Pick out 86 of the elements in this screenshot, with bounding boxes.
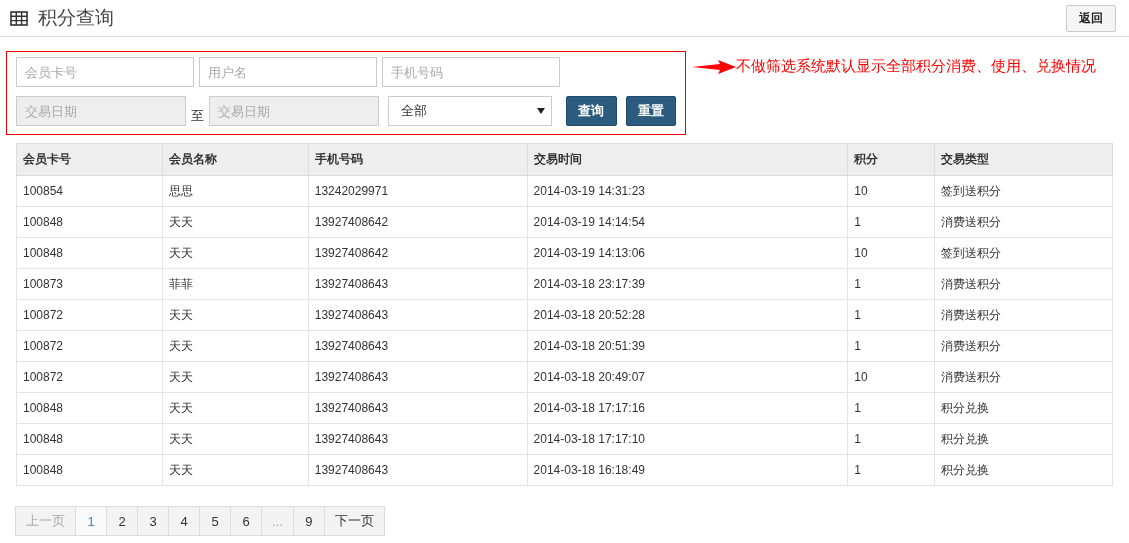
table-cell: 2014-03-18 16:18:49 [527, 454, 848, 486]
table-cell: 积分兑换 [934, 423, 1113, 455]
table-cell: 思思 [162, 175, 309, 207]
table-cell: 天天 [162, 206, 309, 238]
table-cell: 100873 [16, 268, 163, 300]
table-cell: 100848 [16, 392, 163, 424]
table-cell: 天天 [162, 392, 309, 424]
page-button[interactable]: 3 [137, 506, 169, 536]
table-cell: 天天 [162, 423, 309, 455]
page-button[interactable]: 6 [230, 506, 262, 536]
table-cell: 天天 [162, 330, 309, 362]
search-button[interactable]: 查询 [566, 96, 617, 126]
table-cell: 签到送积分 [934, 237, 1113, 269]
table-cell: 100854 [16, 175, 163, 207]
table-cell: 消费送积分 [934, 268, 1113, 300]
column-header: 会员名称 [162, 143, 309, 176]
table-cell: 积分兑换 [934, 454, 1113, 486]
table-cell: 13927408642 [308, 206, 528, 238]
table-cell: 消费送积分 [934, 299, 1113, 331]
username-field[interactable]: 用户名 [199, 57, 377, 87]
table-cell: 13927408642 [308, 237, 528, 269]
column-header: 交易时间 [527, 143, 848, 176]
table-cell: 积分兑换 [934, 392, 1113, 424]
page-button[interactable]: 4 [168, 506, 200, 536]
table-cell: 天天 [162, 299, 309, 331]
table-cell: 100872 [16, 361, 163, 393]
table-cell: 10 [847, 175, 935, 207]
column-header: 会员卡号 [16, 143, 163, 176]
table-cell: 1 [847, 206, 935, 238]
table-cell: 100848 [16, 454, 163, 486]
caret-icon [537, 108, 546, 114]
table-cell: 2014-03-19 14:31:23 [527, 175, 848, 207]
table-icon [10, 10, 28, 26]
table-cell: 13927408643 [308, 361, 528, 393]
back-button[interactable]: 返回 [1066, 4, 1116, 32]
table-cell: 2014-03-18 20:52:28 [527, 299, 848, 331]
table-cell: 天天 [162, 237, 309, 269]
table-cell: 2014-03-18 23:17:39 [527, 268, 848, 300]
annotation-text: 不做筛选系统默认显示全部积分消费、使用、兑换情况 [736, 57, 1096, 76]
table-cell: 2014-03-18 17:17:10 [527, 423, 848, 455]
table-cell: 13927408643 [308, 392, 528, 424]
table-cell: 2014-03-18 20:51:39 [527, 330, 848, 362]
page-button[interactable]: 1 [75, 506, 107, 536]
table-cell: 1 [847, 423, 935, 455]
table-cell: 菲菲 [162, 268, 309, 300]
table-cell: 13927408643 [308, 454, 528, 486]
page-button[interactable]: 5 [199, 506, 231, 536]
table-cell: 2014-03-19 14:13:06 [527, 237, 848, 269]
reset-button[interactable]: 重置 [625, 96, 676, 126]
table-cell: 天天 [162, 454, 309, 486]
table-cell: 天天 [162, 361, 309, 393]
table-cell: 13927408643 [308, 423, 528, 455]
phone-field[interactable]: 手机号码 [382, 57, 560, 87]
table-cell: 2014-03-19 14:14:54 [527, 206, 848, 238]
table-cell: 2014-03-18 20:49:07 [527, 361, 848, 393]
column-header: 手机号码 [308, 143, 528, 176]
range-separator: 至 [191, 107, 204, 125]
table-cell: 100872 [16, 299, 163, 331]
table-cell: 13927408643 [308, 268, 528, 300]
page-title: 积分查询 [38, 6, 114, 30]
table-cell: 消费送积分 [934, 361, 1113, 393]
table-cell: 13242029971 [308, 175, 528, 207]
column-header: 交易类型 [934, 143, 1113, 176]
table-cell: 10 [847, 237, 935, 269]
page-button[interactable]: 9 [292, 506, 325, 536]
table-cell: 100848 [16, 206, 163, 238]
table-cell: 2014-03-18 17:17:16 [527, 392, 848, 424]
table-cell: 1 [847, 330, 935, 362]
table-cell: 13927408643 [308, 299, 528, 331]
table-cell: 100848 [16, 237, 163, 269]
column-header: 积分 [847, 143, 935, 176]
card-number-field[interactable]: 会员卡号 [16, 57, 194, 87]
table-cell: 1 [847, 299, 935, 331]
table-cell: 消费送积分 [934, 206, 1113, 238]
table-cell: 签到送积分 [934, 175, 1113, 207]
table-cell: 1 [847, 454, 935, 486]
table-cell: 100872 [16, 330, 163, 362]
page-button[interactable]: 2 [106, 506, 138, 536]
table-cell: 100848 [16, 423, 163, 455]
type-select[interactable]: 全部 [388, 96, 553, 126]
page-button[interactable]: 下一页 [323, 506, 385, 536]
table-cell: 10 [847, 361, 935, 393]
table-cell: 1 [847, 268, 935, 300]
table-cell: 13927408643 [308, 330, 528, 362]
table-cell: 消费送积分 [934, 330, 1113, 362]
table-cell: 1 [847, 392, 935, 424]
